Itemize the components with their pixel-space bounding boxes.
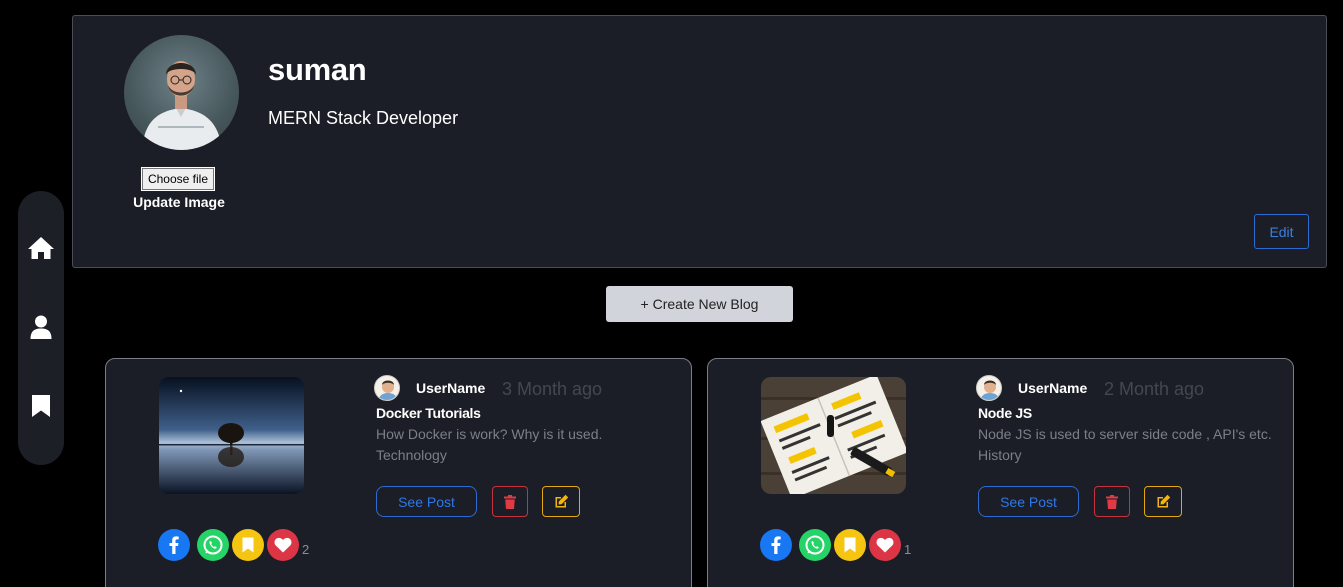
bookmark-icon	[844, 537, 856, 553]
blog-card: UserName 2 Month ago Node JS Node JS is …	[707, 358, 1294, 587]
post-title: Docker Tutorials	[376, 405, 481, 421]
whatsapp-icon	[203, 535, 223, 555]
edit-post-button[interactable]	[1144, 486, 1182, 517]
facebook-icon	[771, 536, 781, 554]
edit-icon	[1157, 494, 1170, 508]
whatsapp-icon	[805, 535, 825, 555]
whatsapp-share-button[interactable]	[197, 529, 229, 561]
choose-file-button[interactable]: Choose file	[141, 167, 215, 191]
author-avatar	[374, 375, 400, 401]
edit-icon	[555, 494, 568, 508]
blog-image	[761, 377, 906, 494]
post-time: 2 Month ago	[1104, 379, 1205, 399]
post-description: How Docker is work? Why is it used.	[376, 426, 603, 442]
author-name: UserName	[416, 380, 486, 396]
post-title: Node JS	[978, 405, 1032, 421]
blog-card: UserName 3 Month ago Docker Tutorials Ho…	[105, 358, 692, 587]
facebook-share-button[interactable]	[158, 529, 190, 561]
post-time: 3 Month ago	[502, 379, 603, 399]
edit-post-button[interactable]	[542, 486, 580, 517]
like-button[interactable]	[869, 529, 901, 561]
like-count: 1	[904, 542, 912, 557]
whatsapp-share-button[interactable]	[799, 529, 831, 561]
author-avatar	[976, 375, 1002, 401]
like-count: 2	[302, 542, 310, 557]
sidebar	[18, 191, 64, 465]
delete-post-button[interactable]	[492, 486, 528, 517]
profile-avatar	[124, 35, 239, 150]
see-post-button[interactable]: See Post	[376, 486, 477, 517]
trash-icon	[504, 494, 516, 509]
trash-icon	[1106, 494, 1118, 509]
post-category: Technology	[376, 447, 447, 463]
save-bookmark-button[interactable]	[232, 529, 264, 561]
sidebar-item-home[interactable]	[18, 228, 64, 268]
bookmark-icon	[32, 395, 50, 417]
author-name: UserName	[1018, 380, 1088, 396]
heart-icon	[876, 537, 894, 553]
profile-title: MERN Stack Developer	[268, 108, 459, 128]
delete-post-button[interactable]	[1094, 486, 1130, 517]
profile-card: Choose file Update Image suman MERN Stac…	[72, 15, 1327, 268]
facebook-icon	[169, 536, 179, 554]
edit-profile-button[interactable]: Edit	[1254, 214, 1309, 249]
create-blog-button[interactable]: + Create New Blog	[606, 286, 793, 322]
update-image-label: Update Image	[133, 194, 225, 210]
home-icon	[28, 237, 54, 259]
sidebar-item-bookmarks[interactable]	[18, 386, 64, 426]
like-button[interactable]	[267, 529, 299, 561]
sidebar-item-profile[interactable]	[18, 307, 64, 347]
user-icon	[30, 315, 52, 339]
bookmark-icon	[242, 537, 254, 553]
facebook-share-button[interactable]	[760, 529, 792, 561]
profile-name: suman	[268, 52, 367, 87]
blog-image	[159, 377, 304, 494]
heart-icon	[274, 537, 292, 553]
post-description: Node JS is used to server side code , AP…	[978, 426, 1272, 442]
save-bookmark-button[interactable]	[834, 529, 866, 561]
post-category: History	[978, 447, 1022, 463]
see-post-button[interactable]: See Post	[978, 486, 1079, 517]
